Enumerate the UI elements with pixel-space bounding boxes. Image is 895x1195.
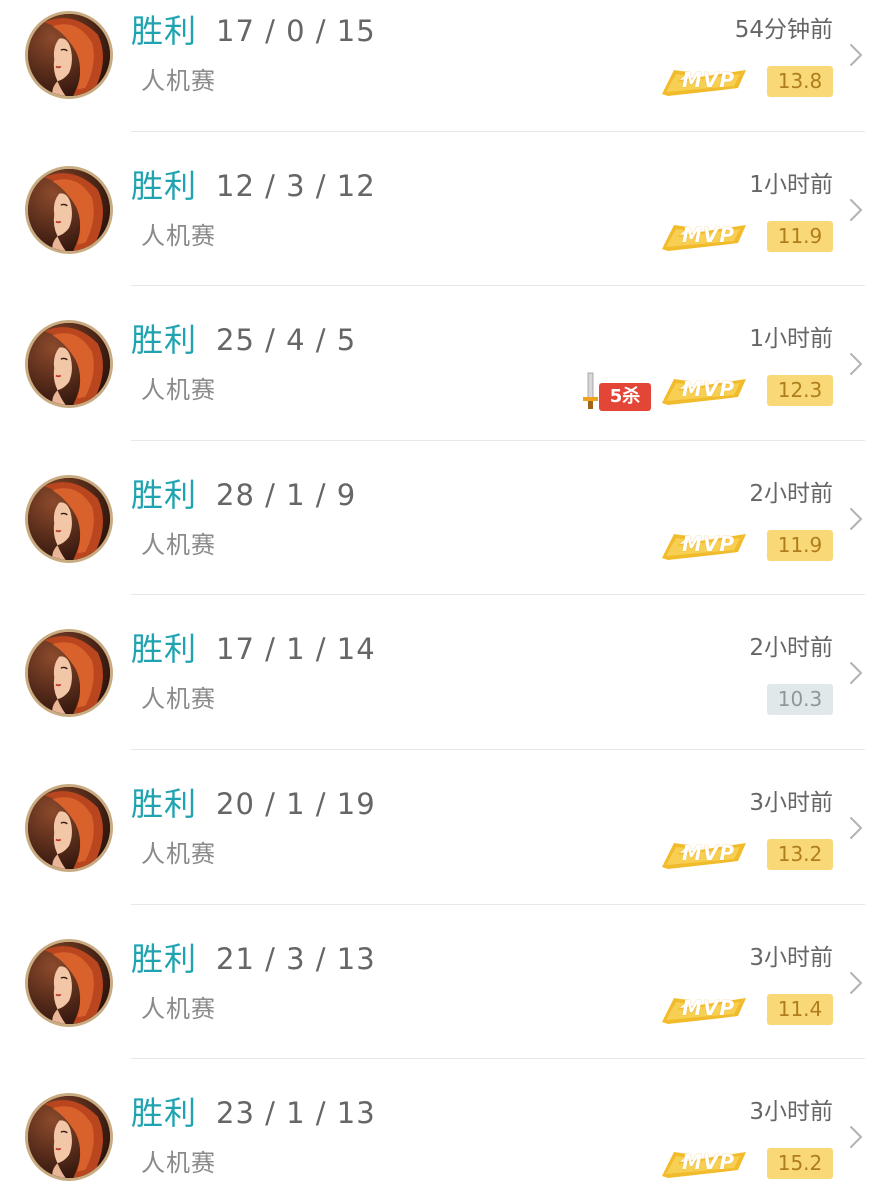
match-result: 胜利 — [131, 166, 198, 205]
mvp-label: MVP — [682, 531, 736, 556]
match-result: 胜利 — [131, 785, 198, 823]
multi-kill-badge: 5杀 — [577, 371, 653, 412]
chevron-right-icon[interactable] — [848, 506, 864, 532]
match-row[interactable]: 胜利 23 / 1 / 13 人机赛 3小时前 MVP 15.2 — [0, 1082, 895, 1195]
match-time: 3小时前 — [749, 1099, 833, 1126]
kda-stats: 17 / 1 / 14 — [216, 632, 376, 667]
hero-portrait-icon — [25, 938, 113, 1027]
game-mode: 人机赛 — [141, 994, 216, 1023]
chevron-right-icon[interactable] — [848, 970, 864, 996]
kda-stats: 17 / 0 / 15 — [216, 14, 376, 48]
chevron-right-icon[interactable] — [848, 197, 864, 223]
match-time: 3小时前 — [749, 790, 833, 816]
row-divider — [131, 594, 865, 596]
game-mode: 人机赛 — [141, 1149, 216, 1178]
chevron-right-icon[interactable] — [848, 815, 864, 841]
row-divider — [131, 748, 865, 750]
match-time: 2小时前 — [749, 480, 833, 507]
match-row[interactable]: 胜利 12 / 3 / 12 人机赛 1小时前 MVP 11.9 — [0, 155, 895, 310]
kda-stats: 23 / 1 / 13 — [216, 1096, 376, 1131]
row-divider — [131, 130, 865, 132]
mvp-badge-icon: MVP — [660, 64, 748, 98]
mvp-label: MVP — [682, 841, 736, 865]
row-divider — [131, 439, 865, 441]
game-mode: 人机赛 — [141, 530, 216, 559]
match-result: 胜利 — [131, 321, 198, 360]
chevron-right-icon[interactable] — [848, 1124, 864, 1150]
mvp-badge-icon: MVP — [660, 837, 748, 871]
match-result: 胜利 — [131, 12, 198, 50]
match-row[interactable]: 胜利 25 / 4 / 5 人机赛 1小时前 5杀 MVP 12.3 — [0, 309, 895, 464]
game-mode: 人机赛 — [141, 840, 216, 868]
kda-stats: 28 / 1 / 9 — [216, 477, 357, 512]
game-mode: 人机赛 — [141, 685, 216, 714]
row-divider — [131, 1058, 865, 1060]
hero-portrait-icon — [25, 320, 113, 409]
match-row[interactable]: 胜利 28 / 1 / 9 人机赛 2小时前 MVP 11.9 — [0, 464, 895, 619]
game-mode: 人机赛 — [141, 67, 216, 95]
match-row[interactable]: 胜利 20 / 1 / 19 人机赛 3小时前 MVP 13.2 — [0, 773, 895, 928]
multi-kill-label: 5杀 — [599, 383, 651, 412]
mvp-label: MVP — [682, 995, 736, 1020]
match-result: 胜利 — [131, 1094, 198, 1133]
hero-portrait-icon — [25, 1093, 113, 1182]
chevron-right-icon[interactable] — [848, 42, 864, 68]
match-score: 11.9 — [767, 220, 833, 252]
match-time: 54分钟前 — [734, 17, 833, 43]
match-time: 1小时前 — [749, 326, 833, 353]
row-divider — [131, 903, 865, 905]
row-divider — [131, 285, 865, 287]
match-score: 11.4 — [767, 993, 833, 1025]
match-row[interactable]: 胜利 17 / 1 / 14 人机赛 2小时前 10.3 — [0, 618, 895, 773]
match-score: 13.2 — [767, 839, 833, 870]
chevron-right-icon[interactable] — [848, 351, 864, 377]
match-result: 胜利 — [131, 630, 198, 669]
match-result: 胜利 — [131, 939, 198, 978]
kda-stats: 25 / 4 / 5 — [216, 323, 357, 358]
mvp-label: MVP — [682, 377, 736, 402]
kda-stats: 20 / 1 / 19 — [216, 787, 376, 821]
match-result: 胜利 — [131, 475, 198, 514]
match-row[interactable]: 胜利 17 / 0 / 15 人机赛 54分钟前 MVP 13.8 — [0, 0, 895, 155]
mvp-badge-icon: MVP — [660, 1146, 748, 1180]
match-score: 11.9 — [767, 529, 833, 561]
hero-portrait-icon — [25, 629, 113, 718]
mvp-label: MVP — [682, 1150, 736, 1175]
mvp-badge-icon: MVP — [660, 219, 748, 253]
match-time: 2小时前 — [749, 635, 833, 662]
mvp-badge-icon: MVP — [660, 528, 748, 562]
hero-portrait-icon — [25, 784, 113, 872]
match-row[interactable]: 胜利 21 / 3 / 13 人机赛 3小时前 MVP 11.4 — [0, 928, 895, 1083]
kda-stats: 21 / 3 / 13 — [216, 941, 376, 976]
match-score: 15.2 — [767, 1148, 833, 1180]
match-score: 10.3 — [767, 684, 833, 716]
match-time: 3小时前 — [749, 944, 833, 971]
mvp-badge-icon: MVP — [660, 992, 748, 1026]
hero-portrait-icon — [25, 165, 113, 254]
game-mode: 人机赛 — [141, 376, 216, 405]
match-history-list: 胜利 17 / 0 / 15 人机赛 54分钟前 MVP 13.8 胜利 12 … — [0, 0, 895, 1195]
mvp-badge-icon: MVP — [660, 373, 748, 407]
game-mode: 人机赛 — [141, 221, 216, 250]
match-score: 13.8 — [767, 66, 833, 97]
sword-icon — [579, 371, 601, 411]
hero-portrait-icon — [25, 11, 113, 99]
mvp-label: MVP — [682, 222, 736, 247]
kda-stats: 12 / 3 / 12 — [216, 168, 376, 203]
mvp-label: MVP — [682, 68, 736, 92]
match-score: 12.3 — [767, 375, 833, 407]
chevron-right-icon[interactable] — [848, 660, 864, 686]
match-time: 1小时前 — [749, 171, 833, 198]
hero-portrait-icon — [25, 474, 113, 563]
